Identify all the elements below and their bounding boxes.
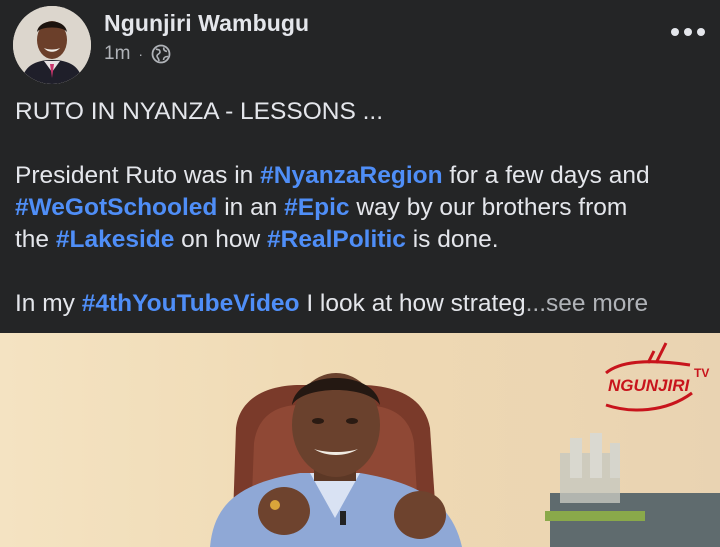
post-time[interactable]: 1m <box>104 43 130 65</box>
globe-icon <box>151 44 171 64</box>
text-segment: is done. <box>405 226 499 253</box>
post-body: RUTO IN NYANZA - LESSONS ... President R… <box>15 96 709 320</box>
author-avatar[interactable] <box>13 6 91 84</box>
text-segment: I look at how strateg <box>299 290 526 317</box>
text-segment: way by our brothers from <box>349 194 628 221</box>
post-header: Ngunjiri Wambugu 1m · <box>0 0 720 88</box>
watermark-tv: TV <box>694 366 709 380</box>
hashtag-realpolitic[interactable]: #RealPolitic <box>267 226 406 253</box>
post-meta: 1m · <box>104 43 171 65</box>
hashtag-4thyoutubevideo[interactable]: #4thYouTubeVideo <box>82 290 300 317</box>
meta-separator: · <box>138 46 144 62</box>
post-paragraph-3: In my #4thYouTubeVideo I look at how str… <box>15 288 709 320</box>
post-title: RUTO IN NYANZA - LESSONS ... <box>15 98 384 125</box>
see-more-link[interactable]: ...see more <box>526 290 649 317</box>
more-options-icon[interactable] <box>671 20 705 44</box>
hashtag-epic[interactable]: #Epic <box>284 194 349 221</box>
watermark-text: NGUNJIRI <box>608 376 691 395</box>
hashtag-wegotschooled[interactable]: #WeGotSchooled <box>15 194 217 221</box>
text-segment: on how <box>174 226 267 253</box>
author-name[interactable]: Ngunjiri Wambugu <box>104 10 309 37</box>
text-segment: in an <box>217 194 285 221</box>
hashtag-nyanzaregion[interactable]: #NyanzaRegion <box>260 162 442 189</box>
text-segment: for a few days and <box>442 162 650 189</box>
text-segment: President Ruto was in <box>15 162 261 189</box>
post-paragraph-2: President Ruto was in #NyanzaRegion for … <box>15 160 709 256</box>
text-segment: the <box>15 226 56 253</box>
hashtag-lakeside[interactable]: #Lakeside <box>56 226 175 253</box>
post-video-thumbnail[interactable]: NGUNJIRI TV <box>0 333 720 547</box>
text-segment: In my <box>15 290 82 317</box>
